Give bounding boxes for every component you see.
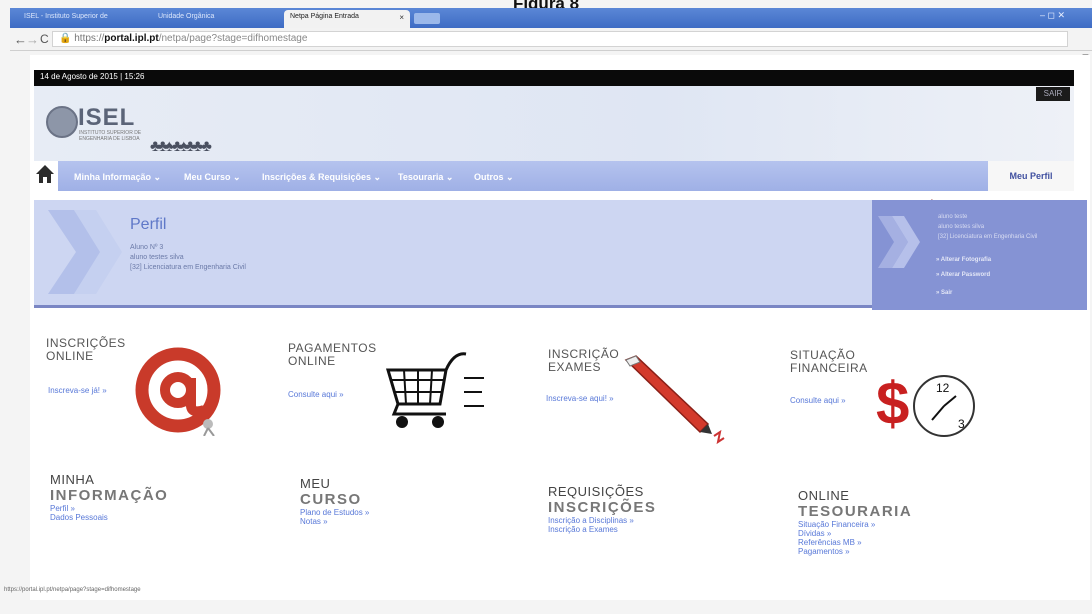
isel-logo-text[interactable]: ISEL <box>78 104 135 132</box>
tile-title-line2: ONLINE <box>288 354 336 368</box>
tile-title-line2: EXAMES <box>548 360 602 374</box>
section-title-line1: REQUISIÇÕES <box>548 484 644 499</box>
section-title-line1: MINHA <box>50 472 95 487</box>
date-bar: 14 de Agosto de 2015 | 15:26 <box>34 70 1074 86</box>
link-inscricao-exames[interactable]: Inscrição a Exames <box>548 525 656 534</box>
nav-inscricoes-requisicoes[interactable]: Inscrições & Requisições ⌄ <box>262 172 381 183</box>
tile-inscricoes-online-title: INSCRIÇÕES ONLINE <box>46 337 126 363</box>
section-title-line2: TESOURARIA <box>798 503 913 520</box>
section-title-line1: ONLINE <box>798 488 850 503</box>
section-title-line2: CURSO <box>300 491 362 508</box>
trees-illustration: ♣♣♠ ♣♠♣♣ ♣ <box>150 138 212 155</box>
dropdown-alterar-password[interactable]: » Alterar Password <box>936 272 990 278</box>
isel-logo-subtitle: INSTITUTO SUPERIOR DE ENGENHARIA DE LISB… <box>79 130 142 142</box>
tile-inscricoes-online-link[interactable]: Inscreva-se já! » <box>48 386 107 395</box>
link-inscricao-disciplinas[interactable]: Inscrição a Disciplinas » <box>548 516 656 525</box>
at-sign-icon[interactable] <box>134 342 226 436</box>
dropdown-item-label: Alterar Password <box>940 272 991 278</box>
section-title-line1: MEU <box>300 476 331 491</box>
nav-meu-curso[interactable]: Meu Curso ⌄ <box>184 172 241 183</box>
link-perfil[interactable]: Perfil » <box>50 504 168 513</box>
profile-title: Perfil <box>130 216 167 233</box>
tile-pagamentos-online-link[interactable]: Consulte aqui » <box>288 390 344 399</box>
section-title-line2: INFORMAÇÃO <box>50 487 169 504</box>
tile-inscricao-exames-link[interactable]: Inscreva-se aqui! » <box>546 394 614 403</box>
pen-icon[interactable] <box>618 352 734 446</box>
section-meu-curso: MEU CURSO Plano de Estudos » Notas » <box>300 476 369 526</box>
close-tab-icon[interactable]: × <box>399 13 404 22</box>
section-minha-informacao: MINHA INFORMAÇÃO Perfil » Dados Pessoais <box>50 472 168 522</box>
lock-icon: 🔒 <box>59 33 72 44</box>
reload-icon[interactable]: C <box>40 32 49 46</box>
tile-title-line2: FINANCEIRA <box>790 361 868 375</box>
link-dividas[interactable]: Dívidas » <box>798 529 912 538</box>
tile-inscricao-exames-title: INSCRIÇÃO EXAMES <box>548 348 619 374</box>
dollar-clock-icon[interactable]: 12 3 $ <box>874 366 980 438</box>
dropdown-alterar-fotografia[interactable]: » Alterar Fotografia <box>936 257 991 263</box>
dropdown-name: aluno testes silva <box>938 224 985 230</box>
url-protocol: https:// <box>74 33 105 44</box>
link-referencias-mb[interactable]: Referências MB » <box>798 538 912 547</box>
nav-minha-informacao[interactable]: Minha Informação ⌄ <box>74 172 161 183</box>
url-path: /netpa/page?stage=difhomestage <box>158 33 308 44</box>
nav-outros[interactable]: Outros ⌄ <box>474 172 514 183</box>
dropdown-sair[interactable]: » Sair <box>936 290 952 296</box>
browser-tab-isel[interactable]: ISEL - Instituto Superior de <box>18 10 148 26</box>
section-title-line2: INSCRIÇÕES <box>548 499 657 516</box>
profile-student-number: Aluno Nº 3 <box>130 244 164 251</box>
section-tesouraria: ONLINE TESOURARIA Situação Financeira » … <box>798 488 912 556</box>
dropdown-item-label: Alterar Fotografia <box>940 257 992 263</box>
tile-title-line2: ONLINE <box>46 349 94 363</box>
link-pagamentos[interactable]: Pagamentos » <box>798 547 912 556</box>
tile-pagamentos-online-title: PAGAMENTOS ONLINE <box>288 342 377 368</box>
dropdown-course: [32] Licenciatura em Engenharia Civil <box>938 234 1038 240</box>
link-dados-pessoais[interactable]: Dados Pessoais <box>50 513 168 522</box>
exit-button[interactable]: SAIR <box>1036 87 1070 101</box>
url-input[interactable]: 🔒 https://portal.ipl.pt/netpa/page?stage… <box>52 31 1068 47</box>
tile-situacao-financeira-link[interactable]: Consulte aqui » <box>790 396 846 405</box>
window-controls[interactable]: – ◻ ✕ <box>1040 10 1065 21</box>
link-notas[interactable]: Notas » <box>300 517 369 526</box>
svg-text:12: 12 <box>936 381 950 395</box>
home-icon[interactable] <box>34 163 56 185</box>
nav-tesouraria[interactable]: Tesouraria ⌄ <box>398 172 453 183</box>
meu-perfil-button[interactable]: Meu Perfil <box>988 161 1074 191</box>
browser-tab-unidade[interactable]: Unidade Orgânica <box>152 10 280 26</box>
forward-arrow-icon[interactable]: → <box>26 32 39 47</box>
chevron-arrow-icon <box>48 210 122 294</box>
dropdown-item-label: Sair <box>941 290 953 296</box>
tile-situacao-financeira-title: SITUAÇÃO FINANCEIRA <box>790 349 868 375</box>
url-host: portal.ipl.pt <box>104 33 159 44</box>
profile-student-name: aluno testes silva <box>130 254 184 261</box>
status-url: https://portal.ipl.pt/netpa/page?stage=d… <box>4 587 141 593</box>
browser-tab-netpa[interactable]: Netpa Página Entrada × <box>284 10 410 28</box>
shopping-cart-icon[interactable] <box>384 348 490 434</box>
isel-seal-logo <box>46 106 78 138</box>
section-requisicoes-inscricoes: REQUISIÇÕES INSCRIÇÕES Inscrição a Disci… <box>548 484 656 534</box>
svg-text:3: 3 <box>958 417 965 431</box>
new-tab-button[interactable] <box>414 13 440 24</box>
link-situacao-financeira[interactable]: Situação Financeira » <box>798 520 912 529</box>
svg-text:$: $ <box>876 370 909 437</box>
link-plano-de-estudos[interactable]: Plano de Estudos » <box>300 508 369 517</box>
dropdown-chevron-icon <box>878 216 920 268</box>
tab-label: Netpa Página Entrada <box>290 13 359 20</box>
dropdown-user: aluno teste <box>938 214 968 220</box>
profile-course: [32] Licenciatura em Engenharia Civil <box>130 264 246 271</box>
